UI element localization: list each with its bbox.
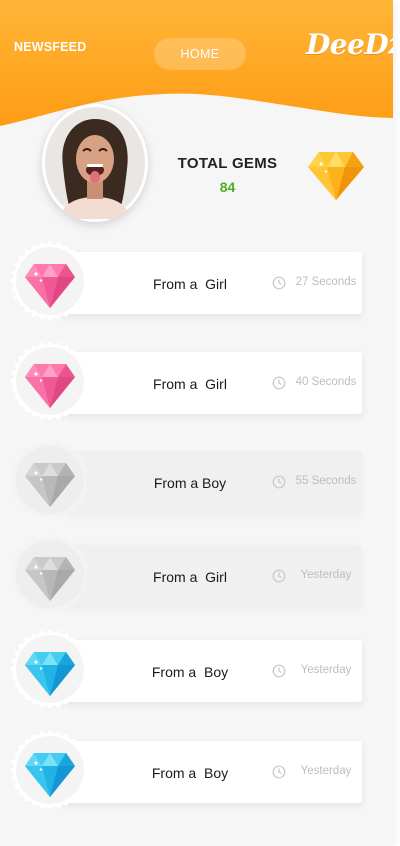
clock-icon (272, 276, 286, 290)
feed-sender-label: From a Girl (153, 376, 227, 392)
app-screen: NEWSFEED HOME DeeDz TOTAL GEMS 84 (0, 0, 393, 846)
pink-diamond-icon (25, 264, 75, 308)
brand-logo: DeeDz (306, 28, 393, 61)
list-item[interactable]: From a Boy Yesterday (0, 626, 393, 726)
feed-sender-label: From a Girl (153, 569, 227, 585)
feed-timestamp: Yesterday (300, 569, 352, 581)
feed-timestamp: Yesterday (300, 765, 352, 777)
feed-timestamp: 40 Seconds (295, 376, 357, 388)
feed-sender-label: From a Boy (151, 765, 229, 781)
clock-icon (272, 664, 286, 678)
grey-diamond-icon (25, 463, 75, 507)
nav-newsfeed-link[interactable]: NEWSFEED (14, 40, 86, 54)
list-item[interactable]: From a Girl 27 Seconds (0, 238, 393, 338)
total-gems-label: TOTAL GEMS (177, 155, 278, 172)
list-item[interactable]: From a Boy 55 Seconds (0, 437, 393, 537)
nav-home-button[interactable]: HOME (154, 38, 246, 70)
feed-sender-label: From a Girl (153, 276, 227, 292)
clock-icon (272, 569, 286, 583)
profile-photo (45, 107, 145, 219)
feed-timestamp: 27 Seconds (295, 276, 357, 288)
avatar[interactable] (42, 104, 148, 222)
feed-sender-label: From a Boy (151, 664, 229, 680)
feed-timestamp: 55 Seconds (295, 475, 357, 487)
pink-diamond-icon (25, 364, 75, 408)
list-item[interactable]: From a Girl Yesterday (0, 531, 393, 631)
list-item[interactable]: From a Boy Yesterday (0, 727, 393, 827)
clock-icon (272, 475, 286, 489)
clock-icon (272, 376, 286, 390)
grey-diamond-icon (25, 557, 75, 601)
list-item[interactable]: From a Girl 40 Seconds (0, 338, 393, 438)
blue-diamond-icon (25, 652, 75, 696)
clock-icon (272, 765, 286, 779)
total-gems-count: 84 (219, 179, 236, 195)
gold-diamond-icon (308, 152, 364, 200)
feed-sender-label: From a Boy (153, 475, 227, 491)
feed-timestamp: Yesterday (300, 664, 352, 676)
blue-diamond-icon (25, 753, 75, 797)
